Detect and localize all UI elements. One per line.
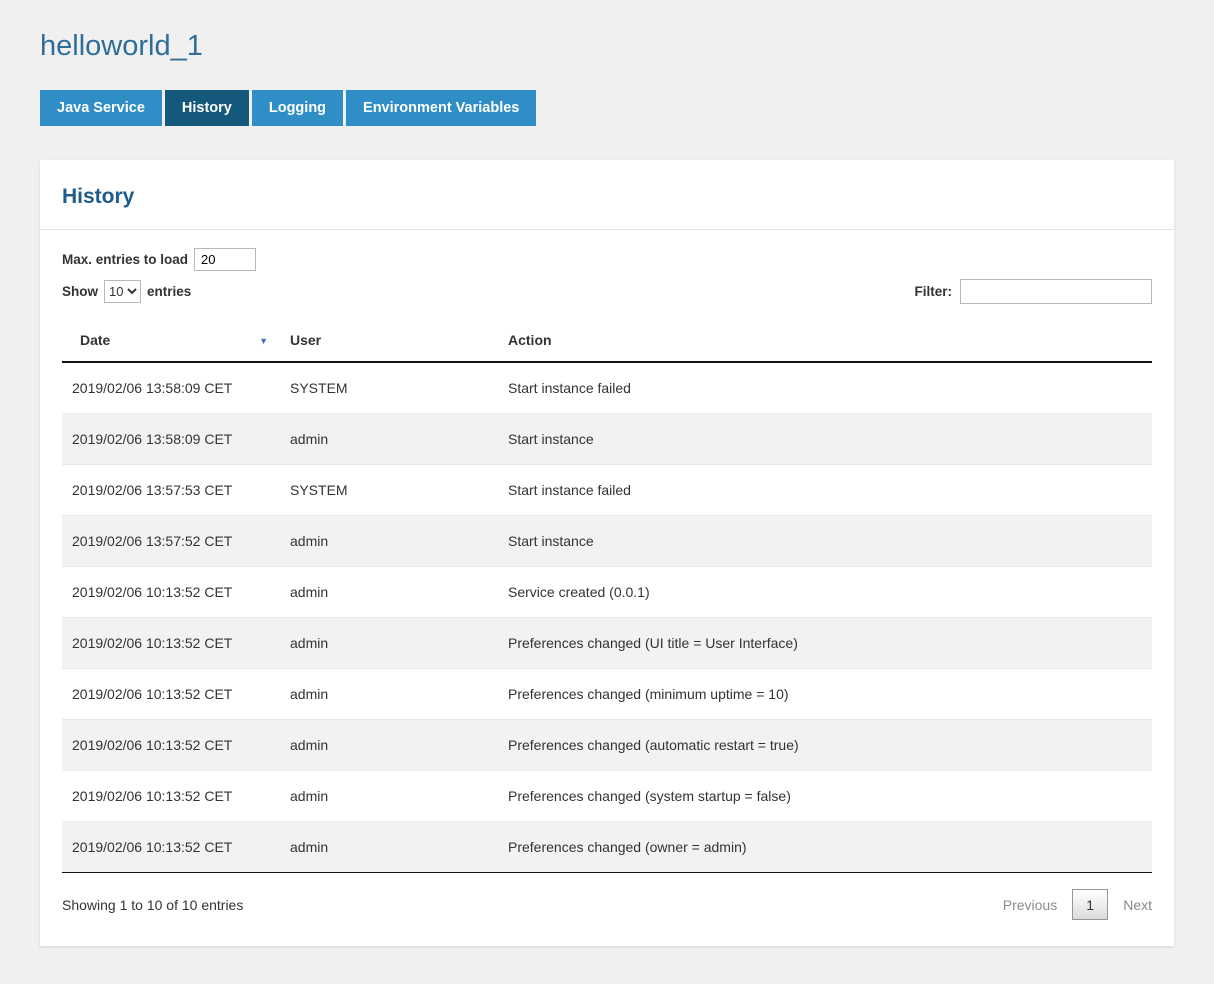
table-summary: Showing 1 to 10 of 10 entries	[62, 897, 243, 913]
show-label: Show	[62, 284, 98, 299]
table-row: 2019/02/06 10:13:52 CET admin Preference…	[62, 618, 1152, 669]
page-title: helloworld_1	[40, 30, 1174, 63]
previous-button[interactable]: Previous	[1003, 897, 1057, 913]
cell-action: Preferences changed (owner = admin)	[498, 822, 1152, 873]
table-row: 2019/02/06 10:13:52 CET admin Service cr…	[62, 567, 1152, 618]
table-row: 2019/02/06 13:57:53 CET SYSTEM Start ins…	[62, 465, 1152, 516]
cell-action: Service created (0.0.1)	[498, 567, 1152, 618]
table-footer: Showing 1 to 10 of 10 entries Previous 1…	[40, 873, 1174, 946]
tab-environment-variables[interactable]: Environment Variables	[346, 90, 536, 126]
cell-user: admin	[280, 720, 498, 771]
cell-user: admin	[280, 618, 498, 669]
filter-input[interactable]	[960, 279, 1152, 304]
cell-user: admin	[280, 414, 498, 465]
cell-date: 2019/02/06 10:13:52 CET	[62, 771, 280, 822]
cell-date: 2019/02/06 13:57:53 CET	[62, 465, 280, 516]
page: helloworld_1 Java Service History Loggin…	[0, 0, 1214, 984]
page-length-control: Show 10 entries	[62, 280, 191, 303]
table-row: 2019/02/06 10:13:52 CET admin Preference…	[62, 771, 1152, 822]
cell-action: Start instance failed	[498, 362, 1152, 414]
cell-action: Preferences changed (minimum uptime = 10…	[498, 669, 1152, 720]
cell-date: 2019/02/06 10:13:52 CET	[62, 822, 280, 873]
next-button[interactable]: Next	[1123, 897, 1152, 913]
tab-java-service[interactable]: Java Service	[40, 90, 162, 126]
cell-date: 2019/02/06 10:13:52 CET	[62, 618, 280, 669]
cell-user: SYSTEM	[280, 465, 498, 516]
table-row: 2019/02/06 10:13:52 CET admin Preference…	[62, 822, 1152, 873]
filter-label: Filter:	[914, 284, 952, 299]
filter-control: Filter:	[914, 279, 1152, 304]
entries-label: entries	[147, 284, 191, 299]
cell-action: Start instance	[498, 414, 1152, 465]
column-header-action[interactable]: Action	[498, 320, 1152, 362]
page-1-button[interactable]: 1	[1072, 889, 1108, 920]
history-panel: History Max. entries to load Show 10 ent…	[40, 160, 1174, 946]
panel-heading: History	[62, 185, 1152, 209]
history-table: ▼ Date User Action 2019/02/06 13:58:09 C…	[62, 320, 1152, 873]
cell-date: 2019/02/06 13:57:52 CET	[62, 516, 280, 567]
column-header-user[interactable]: User	[280, 320, 498, 362]
show-filter-row: Show 10 entries Filter:	[62, 279, 1152, 304]
max-entries-row: Max. entries to load	[62, 248, 1152, 271]
cell-action: Preferences changed (system startup = fa…	[498, 771, 1152, 822]
cell-action: Preferences changed (UI title = User Int…	[498, 618, 1152, 669]
cell-user: SYSTEM	[280, 362, 498, 414]
cell-user: admin	[280, 669, 498, 720]
tab-history[interactable]: History	[165, 90, 249, 126]
tab-bar: Java Service History Logging Environment…	[40, 90, 1174, 126]
column-header-date-label: Date	[80, 332, 110, 348]
max-entries-input[interactable]	[194, 248, 256, 271]
tab-logging[interactable]: Logging	[252, 90, 343, 126]
table-row: 2019/02/06 10:13:52 CET admin Preference…	[62, 720, 1152, 771]
cell-user: admin	[280, 771, 498, 822]
cell-user: admin	[280, 567, 498, 618]
table-row: 2019/02/06 13:57:52 CET admin Start inst…	[62, 516, 1152, 567]
table-row: 2019/02/06 13:58:09 CET SYSTEM Start ins…	[62, 362, 1152, 414]
table-header-row: ▼ Date User Action	[62, 320, 1152, 362]
cell-date: 2019/02/06 13:58:09 CET	[62, 362, 280, 414]
cell-action: Start instance failed	[498, 465, 1152, 516]
table-controls: Max. entries to load Show 10 entries Fil…	[40, 230, 1174, 320]
table-row: 2019/02/06 10:13:52 CET admin Preference…	[62, 669, 1152, 720]
page-length-select[interactable]: 10	[104, 280, 141, 303]
panel-heading-row: History	[40, 160, 1174, 230]
cell-date: 2019/02/06 10:13:52 CET	[62, 669, 280, 720]
column-header-date[interactable]: ▼ Date	[62, 320, 280, 362]
cell-date: 2019/02/06 13:58:09 CET	[62, 414, 280, 465]
pagination: Previous 1 Next	[1003, 889, 1152, 920]
column-header-user-label: User	[290, 332, 321, 348]
cell-user: admin	[280, 822, 498, 873]
table-row: 2019/02/06 13:58:09 CET admin Start inst…	[62, 414, 1152, 465]
cell-action: Preferences changed (automatic restart =…	[498, 720, 1152, 771]
sort-descending-icon: ▼	[259, 336, 268, 346]
max-entries-label: Max. entries to load	[62, 252, 188, 267]
cell-date: 2019/02/06 10:13:52 CET	[62, 720, 280, 771]
column-header-action-label: Action	[508, 332, 552, 348]
cell-action: Start instance	[498, 516, 1152, 567]
cell-user: admin	[280, 516, 498, 567]
cell-date: 2019/02/06 10:13:52 CET	[62, 567, 280, 618]
